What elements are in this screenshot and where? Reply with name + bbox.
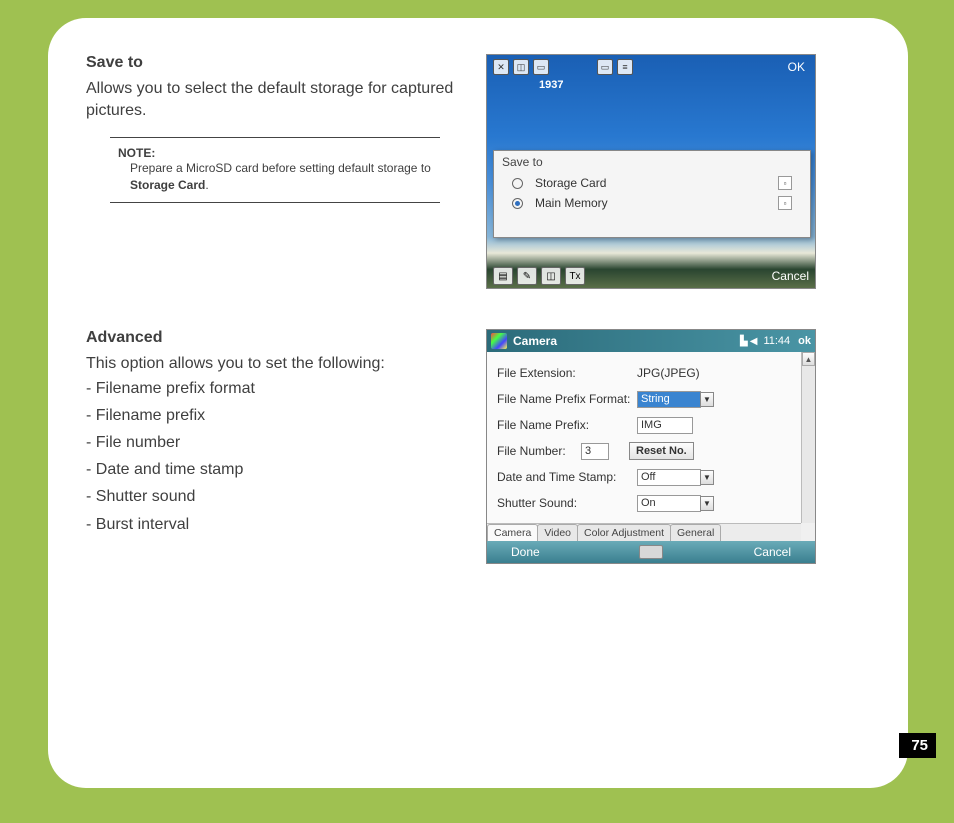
memory-icon: ▫ [778,196,792,210]
ok-button[interactable]: ok [798,335,811,347]
tab-camera[interactable]: Camera [487,524,538,541]
row-file-number: File Number: 3 Reset No. [497,438,791,464]
row-file-extension: File Extension: JPG(JPEG) [497,360,791,386]
advanced-heading: Advanced [86,329,456,347]
camera-advanced-screenshot: Camera ▙ ◀ 11:44 ok File Extension: JPG(… [486,329,816,564]
chevron-down-icon[interactable]: ▼ [700,470,714,485]
note-text: Prepare a MicroSD card before setting de… [130,160,440,194]
window-titlebar: Camera ▙ ◀ 11:44 ok [487,330,815,352]
page-number: 75 [899,733,936,758]
camera-saveto-screenshot: ✕ ◫ ▭ ▭ ≡ OK 1937 Save to Storage Card [486,54,816,289]
battery-icon[interactable]: ≡ [617,59,633,75]
window-bottombar: Done Cancel [487,541,815,563]
file-number-input[interactable]: 3 [581,443,609,460]
cancel-button[interactable]: Cancel [772,269,809,283]
manual-page: Save to Allows you to select the default… [48,18,908,788]
settings-panel: File Extension: JPG(JPEG) File Name Pref… [487,352,801,523]
list-item: - Date and time stamp [86,456,456,483]
saveto-text: Save to Allows you to select the default… [86,54,456,289]
tab-color-adjustment[interactable]: Color Adjustment [577,524,671,541]
input-value: IMG [641,419,662,431]
row-date-stamp: Date and Time Stamp: Off ▼ [497,464,791,490]
window-title: Camera [513,334,740,348]
label: File Extension: [497,366,637,380]
input-value: 3 [585,445,591,457]
status-icons: ▙ ◀ 11:44 ok [740,335,811,347]
row-shutter-sound: Shutter Sound: On ▼ [497,490,791,516]
start-icon[interactable] [491,333,507,349]
label: File Number: [497,444,581,458]
note-bold: Storage Card [130,178,205,192]
note-box: NOTE: Prepare a MicroSD card before sett… [110,137,440,203]
close-icon[interactable]: ✕ [493,59,509,75]
radio-icon[interactable] [512,178,523,189]
done-button[interactable]: Done [511,545,540,559]
chevron-down-icon[interactable]: ▼ [700,496,714,511]
view-icon[interactable]: ◫ [541,267,561,285]
list-item: - File number [86,429,456,456]
list-item: - Filename prefix [86,402,456,429]
saveto-screenshot-col: ✕ ◫ ▭ ▭ ≡ OK 1937 Save to Storage Card [486,54,870,289]
select-value: String [641,393,670,405]
clock: 11:44 [763,335,790,347]
prefix-input[interactable]: IMG [637,417,693,434]
option-main-memory[interactable]: Main Memory ▫ [494,193,810,213]
card-icon: ▫ [778,176,792,190]
note-pre: Prepare a MicroSD card before setting de… [130,161,431,175]
advanced-body: This option allows you to set the follow… [86,353,456,375]
chevron-down-icon[interactable]: ▼ [700,392,714,407]
popup-title: Save to [494,151,810,173]
text-icon[interactable]: Tx [565,267,585,285]
prefix-format-select[interactable]: String [637,391,701,408]
note-post: . [205,178,208,192]
edit-icon[interactable]: ✎ [517,267,537,285]
label: File Name Prefix Format: [497,392,637,406]
select-value: Off [641,471,655,483]
section-saveto: Save to Allows you to select the default… [86,54,870,289]
shutter-select[interactable]: On [637,495,701,512]
keyboard-icon[interactable] [639,545,663,559]
option-label: Storage Card [535,176,778,190]
row-prefix-format: File Name Prefix Format: String ▼ [497,386,791,412]
section-advanced: Advanced This option allows you to set t… [86,329,870,564]
cancel-button[interactable]: Cancel [754,545,791,559]
saveto-body: Allows you to select the default storage… [86,78,456,121]
signal-icon: ▙ [740,336,748,347]
reset-number-button[interactable]: Reset No. [629,442,694,460]
camera-bottombar: ▤ ✎ ◫ Tx Cancel [487,264,815,288]
storage-icon[interactable]: ▭ [597,59,613,75]
saveto-heading: Save to [86,54,456,72]
option-storage-card[interactable]: Storage Card ▫ [494,173,810,193]
label: Date and Time Stamp: [497,470,637,484]
scroll-up-icon[interactable]: ▲ [802,352,815,366]
tab-strip: Camera Video Color Adjustment General [487,523,801,541]
saveto-popup: Save to Storage Card ▫ Main Memory ▫ [493,150,811,238]
stamp-select[interactable]: Off [637,469,701,486]
advanced-screenshot-col: Camera ▙ ◀ 11:44 ok File Extension: JPG(… [486,329,870,564]
advanced-text: Advanced This option allows you to set t… [86,329,456,564]
radio-icon[interactable] [512,198,523,209]
tab-general[interactable]: General [670,524,721,541]
option-label: Main Memory [535,196,778,210]
frame-icon[interactable]: ▭ [533,59,549,75]
list-item: - Filename prefix format [86,375,456,402]
scrollbar[interactable]: ▲ [801,352,815,523]
gallery-icon[interactable]: ▤ [493,267,513,285]
select-value: On [641,497,656,509]
list-item: - Shutter sound [86,483,456,510]
camera-topbar: ✕ ◫ ▭ ▭ ≡ OK [487,55,815,79]
tab-video[interactable]: Video [537,524,578,541]
value: JPG(JPEG) [637,366,700,380]
list-item: - Burst interval [86,511,456,538]
photo-counter: 1937 [539,79,563,91]
label: Shutter Sound: [497,496,637,510]
page-content: Save to Allows you to select the default… [48,18,908,604]
row-prefix: File Name Prefix: IMG [497,412,791,438]
ok-button[interactable]: OK [784,60,809,74]
mode-icon[interactable]: ◫ [513,59,529,75]
label: File Name Prefix: [497,418,637,432]
note-label: NOTE: [118,146,440,160]
volume-icon: ◀ [750,336,758,347]
